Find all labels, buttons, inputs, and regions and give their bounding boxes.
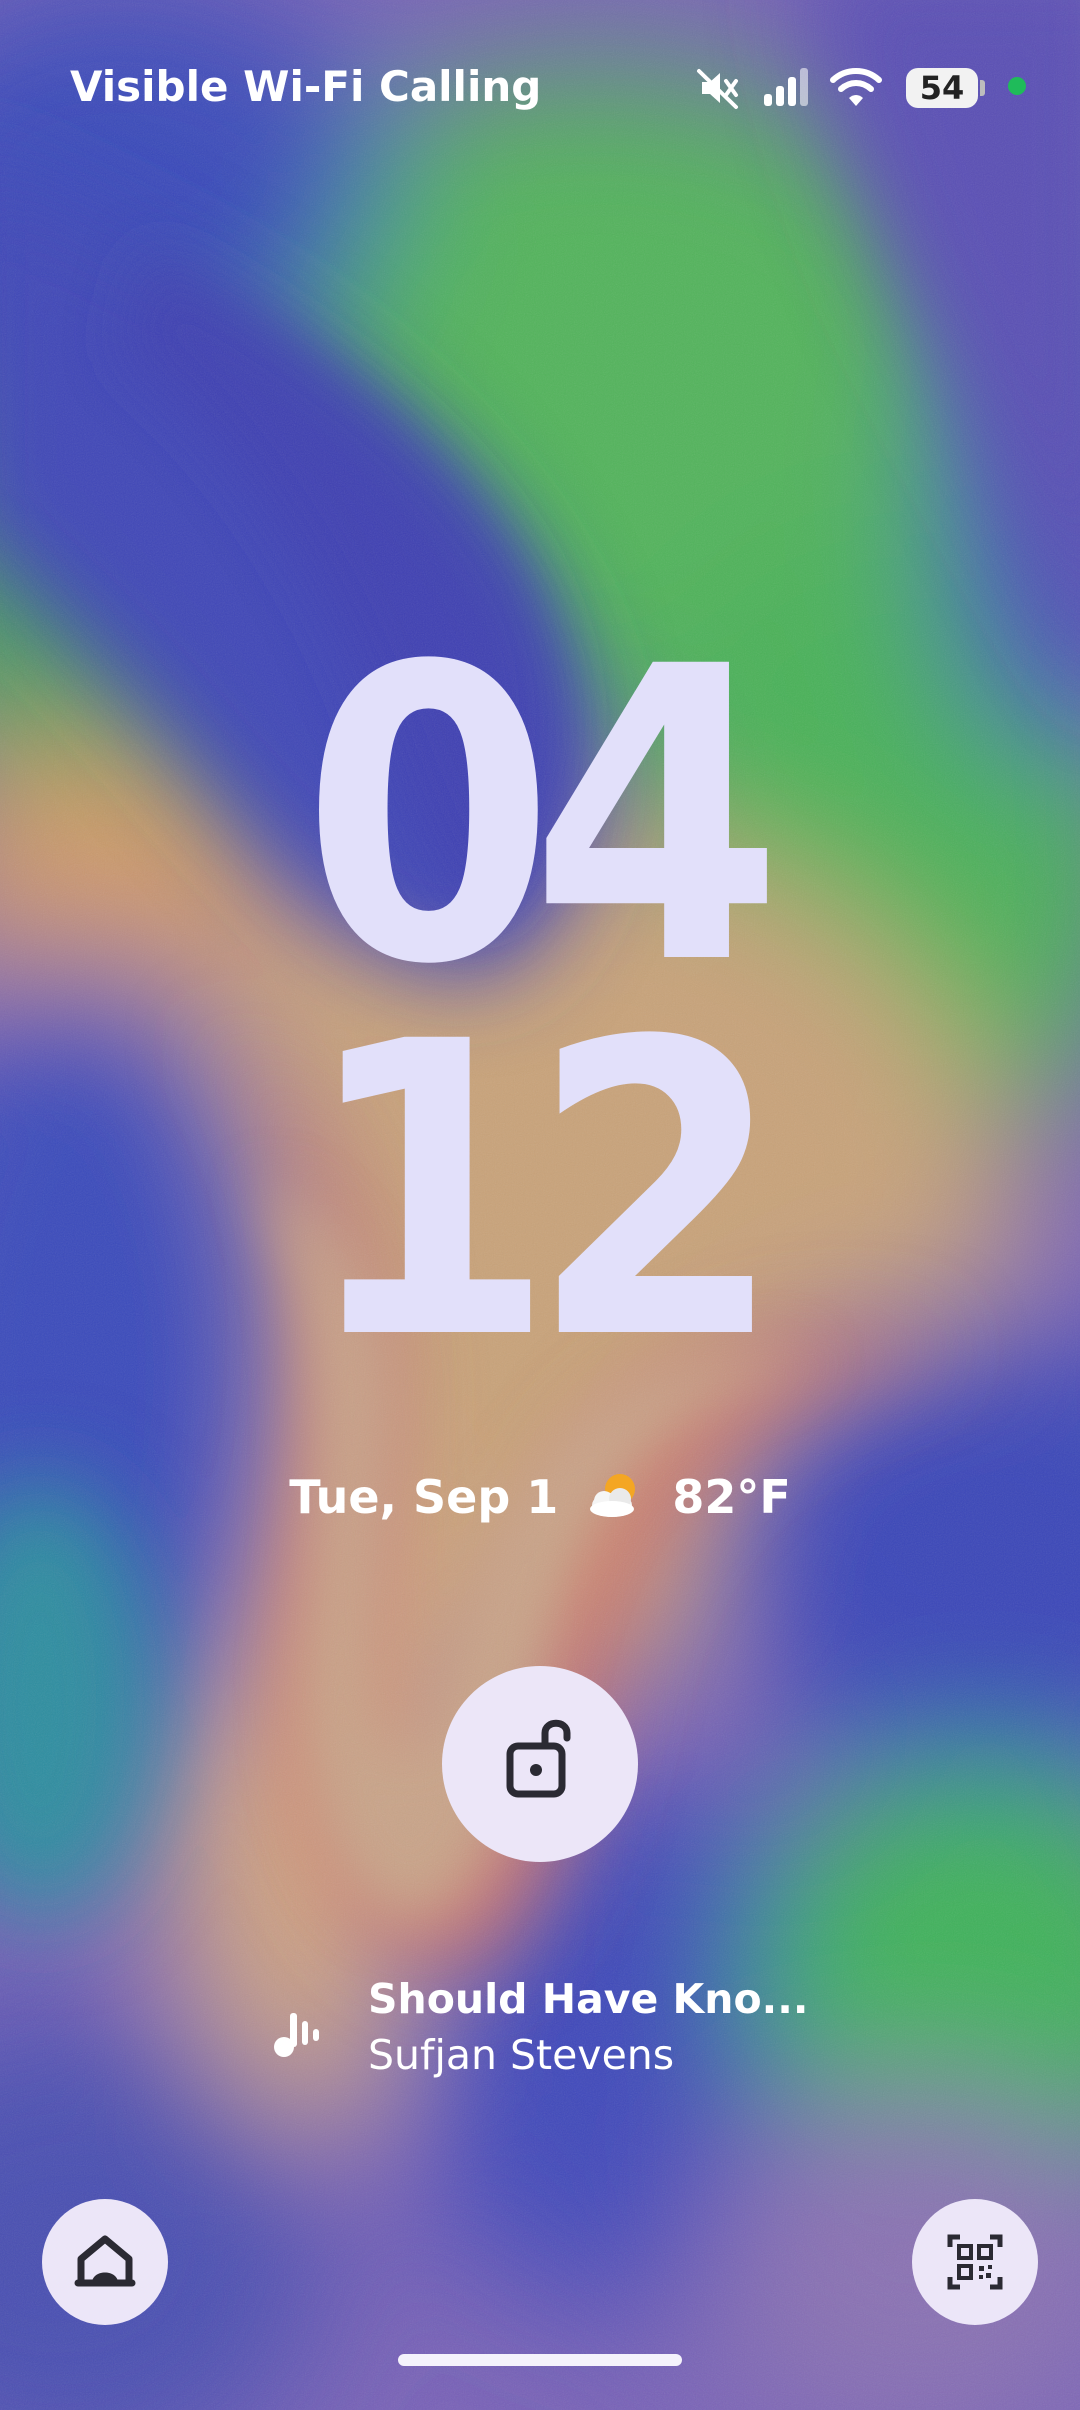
carrier-label: Visible Wi-Fi Calling [70,62,542,111]
music-note-icon [274,2013,319,2057]
clock-minutes: 12 [301,956,784,1428]
date-weather-row[interactable]: Tue, Sep 1 82°F [0,1470,1080,1527]
qr-scanner-shortcut-button[interactable] [912,2199,1038,2325]
clock-hours: 04 [301,581,784,1053]
privacy-indicator-dot [1008,77,1026,95]
battery-level: 54 [919,69,965,107]
unlock-button[interactable] [442,1666,638,1862]
battery-nub [980,80,985,96]
battery-icon: 54 [906,68,985,110]
status-icons: 54 [696,66,1036,116]
status-bar: Visible Wi-Fi Calling 54 [0,0,1080,180]
mute-icon [697,69,738,109]
lock-screen: Visible Wi-Fi Calling 54 04 12 Tue, Sep … [0,0,1080,2410]
gesture-navigation-handle[interactable] [398,2354,682,2366]
lock-clock: 04 12 [0,581,1080,1428]
partly-cloudy-icon [590,1473,636,1517]
qr-code-scanner-icon [947,2234,1003,2290]
home-shortcut-button[interactable] [42,2199,168,2325]
media-artist: Sufjan Stevens [368,2031,675,2079]
date-label: Tue, Sep 1 [289,1470,559,1524]
cell-signal-icon [764,68,808,106]
unlock-padlock-icon [506,1719,571,1798]
now-playing[interactable]: Should Have Kno... Sufjan Stevens [270,1975,830,2085]
home-icon [74,2235,136,2287]
media-title: Should Have Kno... [368,1975,809,2023]
wifi-icon [830,68,882,106]
temperature-label: 82°F [672,1470,791,1524]
